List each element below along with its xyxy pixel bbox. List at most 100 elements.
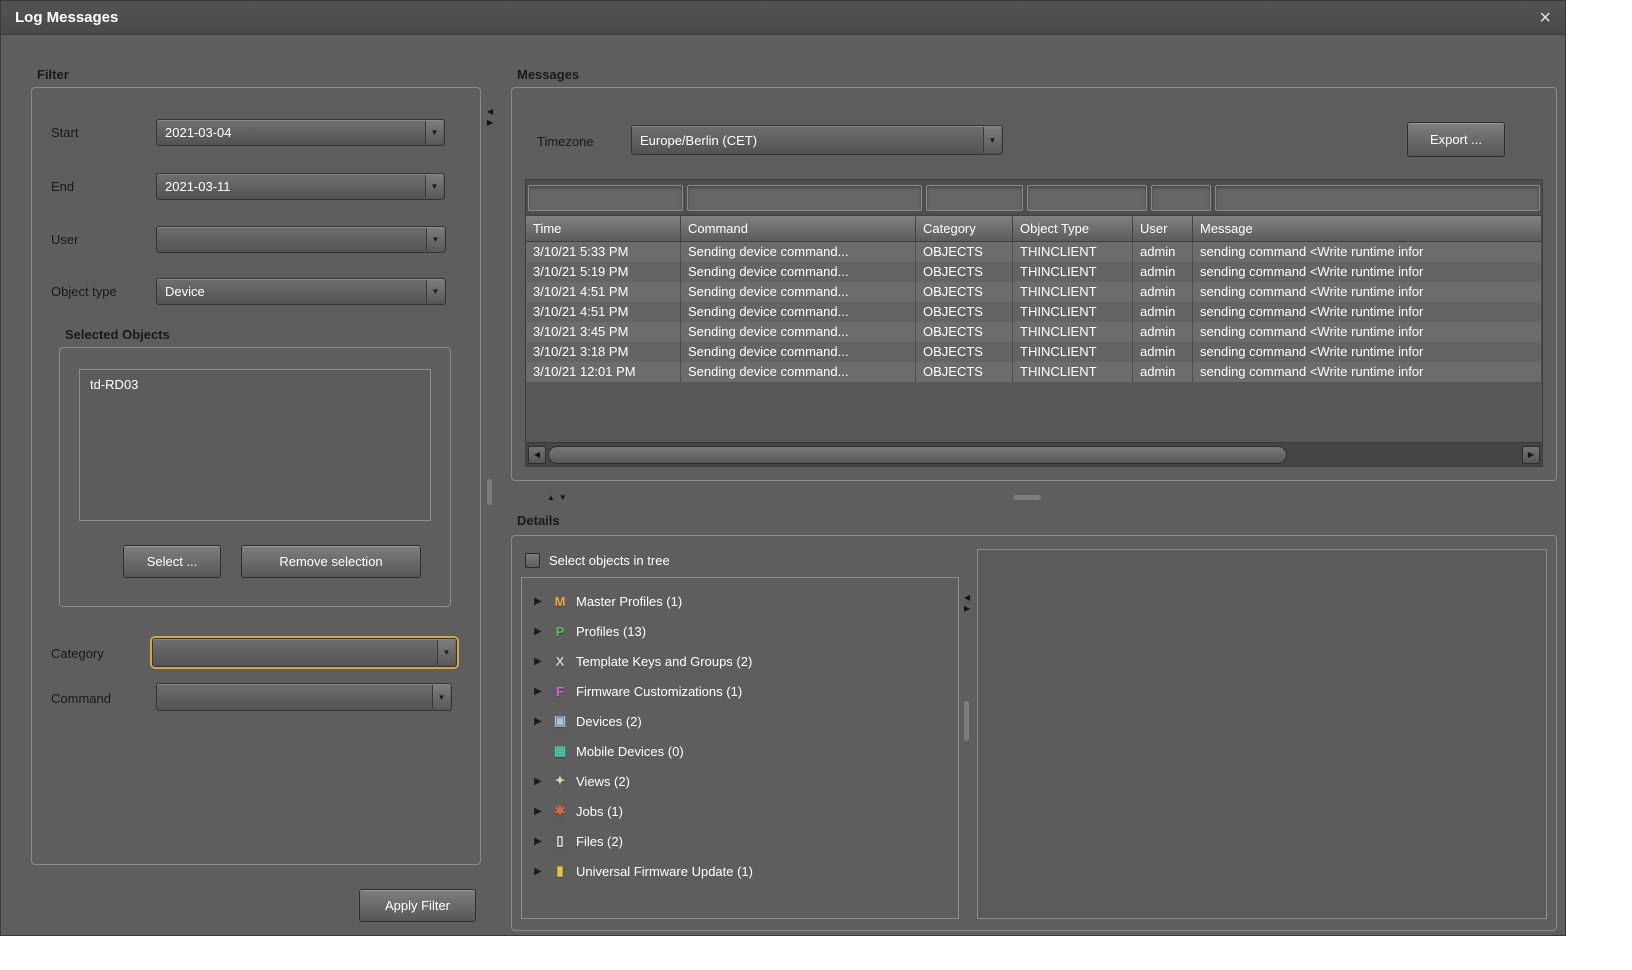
select-objects-button[interactable]: Select ...: [123, 545, 221, 578]
chevron-down-icon[interactable]: ▼: [425, 121, 443, 144]
selected-objects-list[interactable]: td-RD03: [79, 369, 431, 521]
end-date-combobox[interactable]: 2021-03-11 ▼: [156, 173, 445, 200]
expand-arrow-icon[interactable]: ▶: [532, 596, 544, 607]
table-row[interactable]: 3/10/21 3:18 PMSending device command...…: [526, 342, 1542, 362]
table-filter-input-time[interactable]: [528, 185, 683, 211]
middle-splitter-collapse[interactable]: ▲ ▼: [547, 493, 567, 502]
table-row[interactable]: 3/10/21 5:19 PMSending device command...…: [526, 262, 1542, 282]
object-tree: ▶MMaster Profiles (1)▶PProfiles (13)▶XTe…: [521, 577, 959, 919]
expand-arrow-icon[interactable]: ▶: [532, 776, 544, 787]
views-icon: ✦: [551, 773, 569, 789]
table-header: Time Command Category Object Type User M…: [526, 216, 1542, 242]
expand-arrow-icon[interactable]: ▶: [532, 626, 544, 637]
table-cell: OBJECTS: [916, 302, 1013, 322]
close-icon[interactable]: ×: [1539, 8, 1551, 28]
tree-item-label: Devices (2): [576, 714, 642, 729]
expand-arrow-icon[interactable]: ▶: [532, 866, 544, 877]
files-icon: ▯: [551, 833, 569, 849]
table-cell: sending command <Write runtime infor: [1193, 282, 1542, 302]
tree-item-label: Template Keys and Groups (2): [576, 654, 752, 669]
collapse-right-icon[interactable]: ▶: [487, 118, 493, 127]
mobile-devices-icon: ▦: [551, 743, 569, 759]
table-cell: sending command <Write runtime infor: [1193, 302, 1542, 322]
list-item[interactable]: td-RD03: [80, 370, 430, 399]
table-cell: 3/10/21 5:33 PM: [526, 242, 681, 262]
table-filter-input-command[interactable]: [687, 185, 922, 211]
expand-arrow-icon[interactable]: ▶: [532, 806, 544, 817]
apply-filter-button[interactable]: Apply Filter: [359, 889, 476, 922]
profiles-icon: P: [551, 624, 569, 639]
table-filter-input-category[interactable]: [926, 185, 1023, 211]
details-splitter-collapse[interactable]: ◀ ▶: [964, 593, 970, 613]
collapse-down-icon[interactable]: ▼: [559, 493, 567, 502]
collapse-left-icon[interactable]: ◀: [487, 107, 493, 116]
column-header-category[interactable]: Category: [916, 216, 1013, 242]
scroll-left-button[interactable]: ◀: [528, 446, 546, 464]
collapse-up-icon[interactable]: ▲: [547, 493, 555, 502]
tree-item-jobs[interactable]: ▶✱Jobs (1): [532, 796, 958, 826]
table-row[interactable]: 3/10/21 3:45 PMSending device command...…: [526, 322, 1542, 342]
timezone-combobox[interactable]: Europe/Berlin (CET) ▼: [631, 125, 1003, 155]
scrollbar-track[interactable]: [548, 446, 1520, 464]
start-date-combobox[interactable]: 2021-03-04 ▼: [156, 119, 445, 146]
column-header-object-type[interactable]: Object Type: [1013, 216, 1133, 242]
scrollbar-thumb[interactable]: [548, 446, 1287, 464]
messages-group-title: Messages: [517, 67, 579, 82]
table-row[interactable]: 3/10/21 5:33 PMSending device command...…: [526, 242, 1542, 262]
chevron-down-icon[interactable]: ▼: [983, 127, 1001, 153]
expand-arrow-icon[interactable]: ▶: [532, 686, 544, 697]
chevron-down-icon[interactable]: ▼: [437, 640, 455, 665]
chevron-down-icon[interactable]: ▼: [426, 228, 444, 251]
table-row[interactable]: 3/10/21 12:01 PMSending device command..…: [526, 362, 1542, 382]
tree-item-files[interactable]: ▶▯Files (2): [532, 826, 958, 856]
export-button[interactable]: Export ...: [1407, 122, 1505, 157]
remove-selection-button[interactable]: Remove selection: [241, 545, 421, 578]
chevron-down-icon[interactable]: ▼: [426, 280, 444, 303]
table-cell: admin: [1133, 282, 1193, 302]
expand-arrow-icon[interactable]: ▶: [532, 656, 544, 667]
tree-item-master-profiles[interactable]: ▶MMaster Profiles (1): [532, 586, 958, 616]
collapse-left-icon[interactable]: ◀: [964, 593, 970, 602]
tree-item-mobile-devices[interactable]: ▦Mobile Devices (0): [532, 736, 958, 766]
table-row[interactable]: 3/10/21 4:51 PMSending device command...…: [526, 282, 1542, 302]
collapse-right-icon[interactable]: ▶: [964, 604, 970, 613]
tree-item-profiles[interactable]: ▶PProfiles (13): [532, 616, 958, 646]
tree-item-template-keys-and-groups[interactable]: ▶XTemplate Keys and Groups (2): [532, 646, 958, 676]
table-cell: THINCLIENT: [1013, 322, 1133, 342]
user-combobox[interactable]: ▼: [156, 226, 446, 253]
tree-item-devices[interactable]: ▶▣Devices (2): [532, 706, 958, 736]
chevron-down-icon[interactable]: ▼: [425, 175, 443, 198]
left-splitter-collapse[interactable]: ◀ ▶: [487, 107, 493, 127]
scroll-right-button[interactable]: ▶: [1522, 446, 1540, 464]
expand-arrow-icon[interactable]: ▶: [532, 716, 544, 727]
horizontal-scrollbar[interactable]: ◀ ▶: [526, 442, 1542, 466]
table-cell: 3/10/21 3:18 PM: [526, 342, 681, 362]
chevron-down-icon[interactable]: ▼: [432, 685, 450, 709]
table-filter-input-user[interactable]: [1151, 185, 1211, 211]
titlebar[interactable]: Log Messages ×: [1, 1, 1565, 35]
middle-splitter-grip[interactable]: [1013, 495, 1041, 500]
column-header-message[interactable]: Message: [1193, 216, 1542, 242]
table-filter-input-message[interactable]: [1215, 185, 1540, 211]
table-cell: 3/10/21 5:19 PM: [526, 262, 681, 282]
column-header-user[interactable]: User: [1133, 216, 1193, 242]
tree-item-universal-firmware-update[interactable]: ▶▮Universal Firmware Update (1): [532, 856, 958, 886]
column-header-time[interactable]: Time: [526, 216, 681, 242]
tree-item-firmware-customizations[interactable]: ▶FFirmware Customizations (1): [532, 676, 958, 706]
details-splitter-grip[interactable]: [964, 701, 969, 741]
details-group-title: Details: [517, 513, 560, 528]
master-profiles-icon: M: [551, 594, 569, 609]
table-cell: admin: [1133, 362, 1193, 382]
tree-item-views[interactable]: ▶✦Views (2): [532, 766, 958, 796]
expand-arrow-icon[interactable]: ▶: [532, 836, 544, 847]
user-label: User: [51, 232, 78, 247]
table-filter-input-object-type[interactable]: [1027, 185, 1147, 211]
log-messages-dialog: Log Messages × Filter Start 2021-03-04 ▼…: [0, 0, 1566, 936]
object-type-combobox[interactable]: Device ▼: [156, 278, 446, 305]
select-objects-in-tree-checkbox[interactable]: [525, 553, 540, 568]
column-header-command[interactable]: Command: [681, 216, 916, 242]
category-combobox[interactable]: ▼: [152, 638, 457, 667]
left-splitter-grip[interactable]: [487, 479, 492, 505]
table-row[interactable]: 3/10/21 4:51 PMSending device command...…: [526, 302, 1542, 322]
command-combobox[interactable]: ▼: [156, 683, 452, 711]
